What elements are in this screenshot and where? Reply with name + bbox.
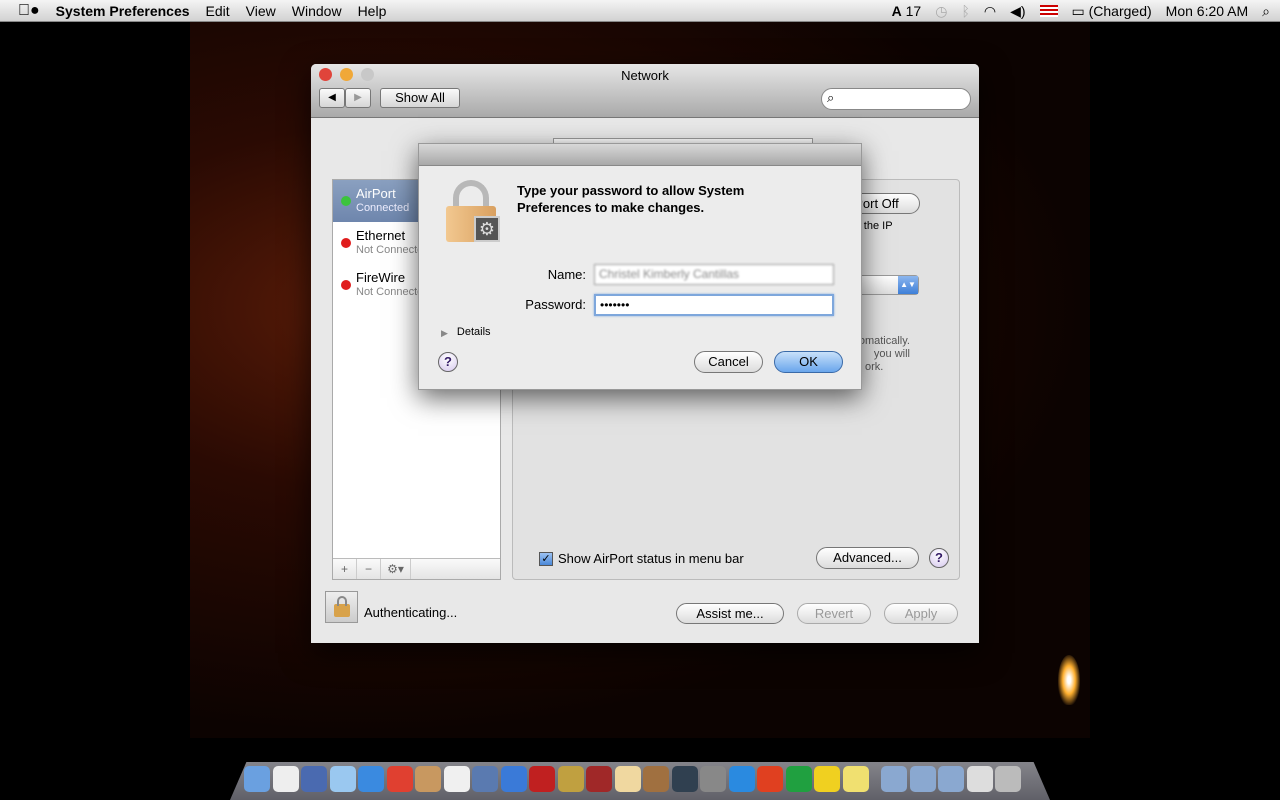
password-label: Password: [525,297,586,312]
search-icon: ⌕ [827,90,835,105]
bluetooth-icon[interactable]: ᛒ [961,3,969,19]
show-status-label: Show AirPort status in menu bar [558,551,744,566]
name-field[interactable]: Christel Kimberly Cantillas [594,264,834,285]
lock-button[interactable] [325,591,358,623]
authentication-dialog: ⚙ Type your password to allow System Pre… [418,143,862,390]
menu-bar: ● System Preferences Edit View Window H… [0,0,1280,22]
toolbar: Network ◀ ▶ Show All ⌕ [311,64,979,118]
menu-edit[interactable]: Edit [198,0,238,22]
dock-item-time-machine[interactable] [671,766,698,792]
name-label: Name: [547,267,586,282]
dock-item-finder-window[interactable] [966,766,993,792]
dock-item-photo-booth[interactable] [529,766,555,792]
dock-item-x11[interactable] [272,766,299,792]
help-button[interactable]: ? [438,352,458,372]
clock[interactable]: Mon 6:20 AM [1166,3,1249,19]
dock-item-documents[interactable] [909,766,936,792]
popup-arrows-icon: ▲▼ [898,276,918,294]
search-input[interactable]: ⌕ [821,88,971,110]
window-title: Network [621,68,669,83]
dock-item-address-book[interactable] [415,766,441,792]
details-disclosure[interactable]: ▶ Details [441,326,491,340]
dock-item-garageband[interactable] [643,766,669,792]
apple-menu-icon[interactable]: ● [0,0,48,22]
revert-button[interactable]: Revert [797,603,871,624]
adobe-count: 17 [905,3,922,19]
dock-item-iphoto[interactable] [472,766,498,792]
dock-item-applications[interactable] [881,766,907,792]
forward-button[interactable]: ▶ [345,88,371,108]
dock-item-downloads[interactable] [938,766,964,792]
flag-icon[interactable] [1039,5,1058,17]
show-status-checkbox[interactable]: ✓ [539,551,553,566]
show-all-button[interactable]: Show All [380,88,460,108]
dock-item-stickies[interactable] [842,766,869,792]
ok-button[interactable]: OK [774,351,843,373]
dock-item-xcode[interactable] [329,766,356,792]
dock-item-mail[interactable] [301,766,327,792]
dock-item-system-preferences[interactable] [700,766,726,792]
menu-help[interactable]: Help [350,0,395,22]
dock-item-trash[interactable] [995,766,1021,792]
service-name: Ethernet [356,228,406,243]
cancel-button[interactable]: Cancel [694,351,763,373]
password-field[interactable]: ••••••• [594,294,834,316]
assist-me-button[interactable]: Assist me... [676,603,784,624]
volume-icon[interactable]: ◀) [1010,3,1025,20]
status-dot-icon [341,196,351,206]
status-dot-icon [341,280,351,290]
menu-app[interactable]: System Preferences [48,0,198,22]
dock-item-finder[interactable] [244,766,270,792]
service-name: FireWire [356,270,406,285]
gear-menu-button[interactable]: ⚙▾ [381,559,411,579]
dock-item-word[interactable] [728,766,755,792]
battery-status: (Charged) [1088,2,1152,19]
advanced-button[interactable]: Advanced... [816,547,919,569]
lock-status-text: Authenticating... [364,605,458,620]
dock-item-preview[interactable] [614,766,641,792]
time-machine-icon[interactable]: ◷ [935,3,947,20]
dock-item-excel[interactable] [785,766,812,792]
system-preferences-icon: ⚙ [474,216,500,242]
dialog-header [419,144,861,166]
status-dot-icon [341,238,351,248]
wallpaper-flame [1058,655,1080,705]
disclosure-triangle-icon: ▶ [441,328,448,338]
adobe-icon[interactable]: A 17 [892,3,922,19]
padlock-icon: ⚙ [446,180,502,244]
dock-item-safari[interactable] [358,766,384,792]
remove-service-button[interactable]: − [357,559,381,579]
service-name: AirPort [356,186,396,201]
dock-item-messenger[interactable] [814,766,840,792]
dock-item-imovie[interactable] [557,766,584,792]
dock-item-chrome[interactable] [386,766,413,792]
dock-item-ical[interactable] [443,766,470,792]
battery-icon[interactable]: ▭ (Charged) [1072,3,1152,20]
spotlight-icon[interactable]: ⌕ [1262,3,1270,20]
dock-icons [244,764,1044,796]
dock-item-itunes[interactable] [500,766,527,792]
dialog-message: Type your password to allow System Prefe… [517,183,745,215]
dock-item-dictionary[interactable] [586,766,612,792]
wifi-icon[interactable]: ◠ [984,3,996,20]
menu-window[interactable]: Window [284,0,350,22]
dock-item-powerpoint[interactable] [757,766,783,792]
menu-view[interactable]: View [238,0,284,22]
add-service-button[interactable]: + [333,559,357,579]
back-button[interactable]: ◀ [319,88,345,108]
details-label: Details [456,326,491,338]
apply-button[interactable]: Apply [884,603,958,624]
help-button[interactable]: ? [929,548,949,568]
